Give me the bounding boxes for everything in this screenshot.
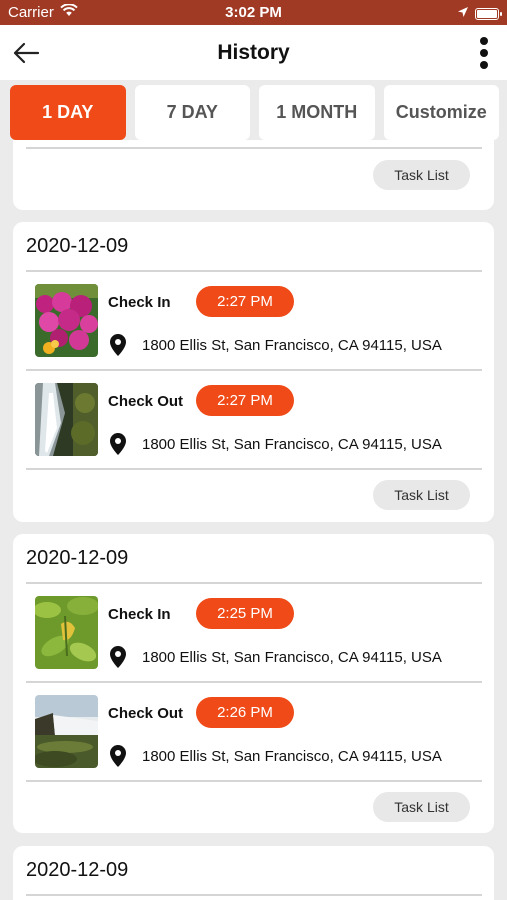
check-in-photo [35,284,98,357]
list-item: Check Out 2:27 PM 1800 Ellis St, San Fra… [26,371,482,469]
task-list-button[interactable]: Task List [373,480,470,510]
battery-icon [475,7,502,20]
location-pin-icon [110,745,126,767]
history-list[interactable]: Task List 2020-12-09 Check In 2:27 PM 18… [0,140,507,900]
card-date: 2020-12-09 [26,547,129,569]
divider [26,147,482,149]
history-card: 2020-12-09 [13,846,494,900]
history-card: Task List [13,140,494,210]
entry-address: 1800 Ellis St, San Francisco, CA 94115, … [142,436,442,453]
tab-1-day[interactable]: 1 DAY [10,85,126,140]
status-bar: Carrier 3:02 PM [0,0,507,25]
list-item: Check Out 2:26 PM 1800 Ellis St, San Fra… [26,683,482,781]
check-out-photo [35,695,98,768]
time-badge: 2:27 PM [196,385,294,416]
more-options-icon[interactable] [477,37,491,69]
divider [26,468,482,470]
status-bar-time: 3:02 PM [225,4,282,21]
period-tabs: 1 DAY 7 DAY 1 MONTH Customize [10,85,499,140]
tab-1-month[interactable]: 1 MONTH [259,85,375,140]
entry-address: 1800 Ellis St, San Francisco, CA 94115, … [142,337,442,354]
list-item: Check In 2:25 PM 1800 Ellis St, San Fran… [26,584,482,682]
tab-customize[interactable]: Customize [383,85,499,140]
divider [26,780,482,782]
status-bar-right [457,5,502,22]
location-arrow-icon [457,5,469,22]
entry-label: Check In [108,606,171,623]
card-date: 2020-12-09 [26,235,129,257]
entry-address: 1800 Ellis St, San Francisco, CA 94115, … [142,649,442,666]
time-badge: 2:27 PM [196,286,294,317]
time-badge: 2:25 PM [196,598,294,629]
history-card: 2020-12-09 Check In 2:25 PM 1800 Ellis S… [13,534,494,833]
list-item: Check In 2:27 PM 1800 Ellis St, San Fran… [26,272,482,370]
time-badge: 2:26 PM [196,697,294,728]
page-title: History [217,41,290,64]
divider [26,894,482,896]
check-out-photo [35,383,98,456]
entry-label: Check Out [108,393,184,410]
check-in-photo [35,596,98,669]
location-pin-icon [110,334,126,356]
location-pin-icon [110,646,126,668]
task-list-button[interactable]: Task List [373,160,470,190]
tab-7-day[interactable]: 7 DAY [134,85,250,140]
navigation-bar: History [0,25,507,80]
entry-address: 1800 Ellis St, San Francisco, CA 94115, … [142,748,442,765]
location-pin-icon [110,433,126,455]
entry-label: Check Out [108,705,184,722]
entry-label: Check In [108,294,171,311]
history-card: 2020-12-09 Check In 2:27 PM 1800 Ellis S… [13,222,494,522]
card-date: 2020-12-09 [26,859,129,881]
task-list-button[interactable]: Task List [373,792,470,822]
